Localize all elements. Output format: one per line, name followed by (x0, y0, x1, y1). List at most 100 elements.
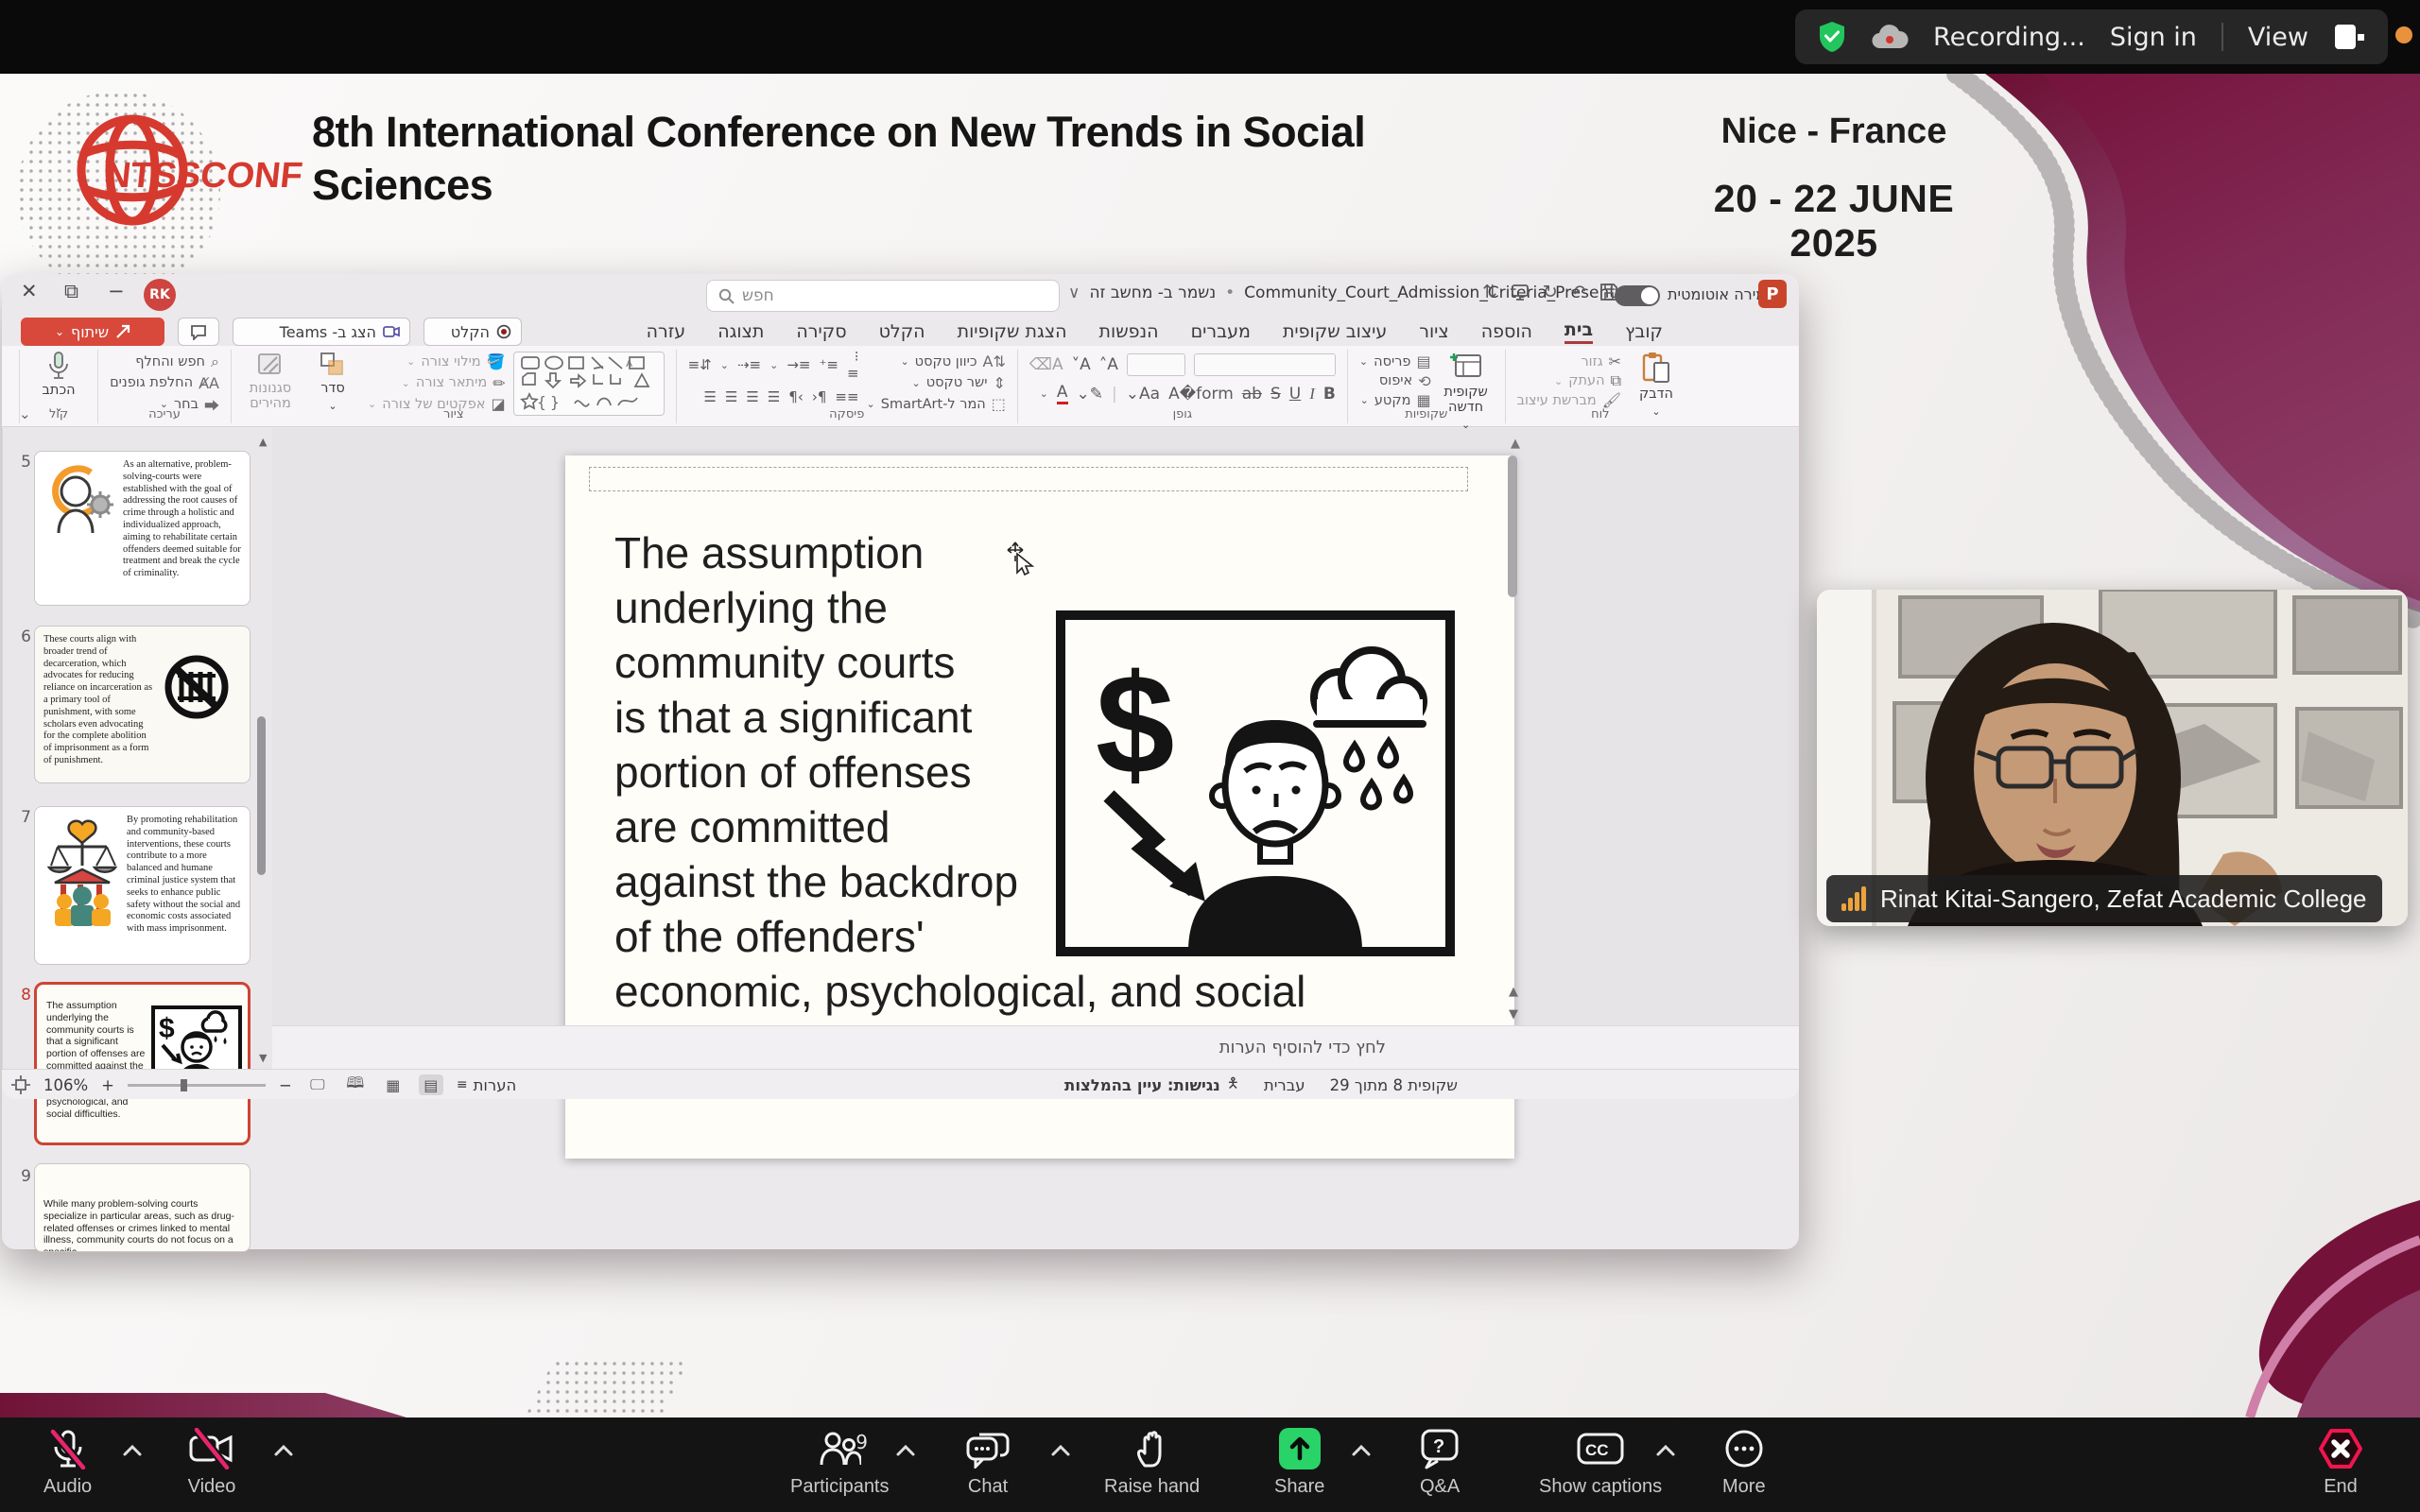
undo-icon[interactable]: ↶ (1571, 282, 1586, 302)
avatar[interactable]: RK (144, 279, 176, 311)
audio-options-chevron[interactable] (121, 1444, 144, 1457)
quick-styles-button[interactable]: סגנונות מהירים (243, 352, 298, 411)
indent-more-button[interactable]: ≡→ (786, 356, 810, 373)
cut-button[interactable]: ✂גזור (1517, 352, 1621, 370)
highlight-button[interactable]: ✎⌄ (1077, 385, 1104, 404)
dictate-button[interactable]: הכתב⌄ (31, 352, 86, 416)
collapse-ribbon-icon[interactable]: ⌄ (19, 405, 31, 422)
rtl-button[interactable]: ›¶ (788, 388, 804, 405)
present-in-teams-button[interactable]: הצג ב- Teams (233, 318, 410, 346)
strikethrough-button[interactable]: S (1270, 385, 1281, 404)
notes-pane[interactable]: לחץ כדי להוסיף הערות (272, 1025, 1799, 1069)
tab-slideshow[interactable]: הצגת שקופיות (958, 321, 1067, 342)
financial-distress-illustration[interactable]: $ (1056, 610, 1455, 956)
align-left-button[interactable]: ☰ (746, 388, 758, 405)
video-options-chevron[interactable] (272, 1444, 295, 1457)
shrink-font-button[interactable]: A˅ (1072, 355, 1091, 374)
find-replace-button[interactable]: ⌕חפש והחלף (110, 352, 219, 370)
tab-home[interactable]: בית (1564, 319, 1593, 344)
share-chevron[interactable] (1350, 1444, 1373, 1457)
restore-icon[interactable]: ⧉ (64, 280, 78, 303)
indent-less-button[interactable]: ≡⇢ (737, 356, 761, 373)
font-color-button[interactable]: A (1057, 383, 1068, 404)
text-direction-button[interactable]: ⇅Aכיוון טקסט⌄ (867, 352, 1006, 370)
notes-toggle-button[interactable]: הערות≡ (457, 1076, 517, 1094)
thumb-scroll-up-icon[interactable]: ▲ (259, 436, 267, 448)
share-button[interactable]: Share (1274, 1427, 1324, 1498)
end-meeting-button[interactable]: End (2318, 1427, 2363, 1498)
grow-font-button[interactable]: A˄ (1099, 355, 1118, 374)
title-placeholder[interactable] (589, 467, 1468, 491)
clear-format-button[interactable]: A⌫ (1029, 355, 1063, 374)
zoom-in-icon[interactable]: + (101, 1076, 114, 1094)
chat-chevron[interactable] (1049, 1444, 1072, 1457)
tab-record[interactable]: הקלט (879, 321, 925, 342)
shape-fill-button[interactable]: 🪣מילוי צורה⌄ (368, 352, 506, 370)
underline-button[interactable]: U (1289, 385, 1301, 404)
tab-review[interactable]: סקירה (796, 321, 846, 342)
tab-file[interactable]: קובץ (1625, 321, 1663, 342)
view-layout-icon[interactable] (2333, 23, 2365, 51)
autosave-toggle[interactable] (1615, 285, 1660, 306)
thumbnail-scrollbar[interactable] (257, 716, 266, 875)
present-icon[interactable] (1511, 283, 1530, 301)
search-input[interactable]: חפש (706, 280, 1060, 312)
layout-button[interactable]: ▤פריסה⌄ (1359, 352, 1431, 370)
audio-button[interactable]: Audio (43, 1427, 92, 1498)
tab-view[interactable]: תצוגה (717, 321, 764, 342)
minimize-icon[interactable]: − (108, 280, 125, 302)
zoom-slider-thumb[interactable] (181, 1079, 187, 1091)
shape-gallery[interactable]: A }{ (513, 352, 665, 416)
char-spacing-button[interactable]: A�form (1168, 385, 1234, 404)
line-spacing-button[interactable]: ⇵≡ (688, 356, 712, 373)
view-button[interactable]: View (2248, 23, 2308, 52)
font-size-select[interactable] (1127, 353, 1185, 376)
reading-view-icon[interactable]: 🕮 (343, 1074, 368, 1095)
zoom-slider[interactable] (128, 1084, 266, 1087)
captions-button[interactable]: CC Show captions (1539, 1427, 1662, 1498)
next-slide-button[interactable]: ▼ (1504, 1004, 1523, 1024)
change-case-button[interactable]: Aa⌄ (1126, 385, 1160, 404)
captions-chevron[interactable] (1654, 1444, 1677, 1457)
qa-button[interactable]: ? Q&A (1420, 1427, 1460, 1498)
slideshow-view-icon[interactable]: 🖵 (305, 1074, 330, 1095)
raise-hand-button[interactable]: Raise hand (1104, 1427, 1200, 1498)
tab-draw[interactable]: ציור (1419, 321, 1448, 342)
updown-icon[interactable]: ⇅ (1482, 282, 1497, 302)
slide-thumbnail-6[interactable]: These courts align with broader trend of… (34, 626, 251, 783)
redo-icon[interactable]: ↻ (1543, 282, 1558, 302)
bold-button[interactable]: B (1323, 385, 1336, 404)
participants-chevron[interactable] (894, 1444, 917, 1457)
fit-slide-icon[interactable] (11, 1075, 30, 1094)
double-strike-button[interactable]: ab (1242, 385, 1262, 404)
reset-button[interactable]: ⟲איפוס (1359, 372, 1431, 390)
previous-slide-button[interactable]: ▲ (1504, 981, 1523, 1002)
tab-transitions[interactable]: מעברים (1191, 321, 1251, 342)
accessibility-checker[interactable]: 🯅 נגישות: עיין בהמלצות (1064, 1074, 1239, 1097)
close-icon[interactable]: ✕ (21, 280, 38, 302)
normal-view-icon[interactable]: ▤ (419, 1074, 443, 1095)
columns-button[interactable]: ≡≡ (835, 388, 858, 405)
slide-thumbnail-7[interactable]: By promoting rehabilitation and communit… (34, 806, 251, 965)
language-indicator[interactable]: עברית (1264, 1076, 1305, 1094)
shape-outline-button[interactable]: ✏מיתאר צורה⌄ (368, 374, 506, 392)
align-right-button[interactable]: ☰ (703, 388, 716, 405)
copy-button[interactable]: ⧉העתק⌄ (1517, 372, 1621, 390)
video-button[interactable]: Video (187, 1427, 236, 1498)
replace-fonts-button[interactable]: ȺAהחלפת גופנים (110, 374, 219, 392)
tab-design[interactable]: עיצוב שקופית (1283, 321, 1387, 342)
participants-button[interactable]: 9 Participants (790, 1427, 890, 1498)
chat-button[interactable]: Chat (966, 1427, 1010, 1498)
font-name-select[interactable] (1194, 353, 1336, 376)
slide-area-scrollbar[interactable] (1508, 455, 1517, 597)
comment-button[interactable] (178, 318, 219, 346)
sensitivity-button[interactable]: רגישות⌄ (0, 352, 8, 414)
share-presentation-button[interactable]: שיתוף ⌄ (21, 318, 164, 346)
record-button[interactable]: הקלט (424, 318, 522, 346)
tab-help[interactable]: עזרה (647, 321, 686, 342)
tab-animations[interactable]: הנפשות (1099, 321, 1159, 342)
tab-insert[interactable]: הוספה (1481, 321, 1532, 342)
numbering-button[interactable]: ≡⁺ (819, 356, 838, 373)
align-justify-button[interactable]: ☰ (768, 388, 780, 405)
zoom-out-icon[interactable]: − (279, 1076, 292, 1094)
